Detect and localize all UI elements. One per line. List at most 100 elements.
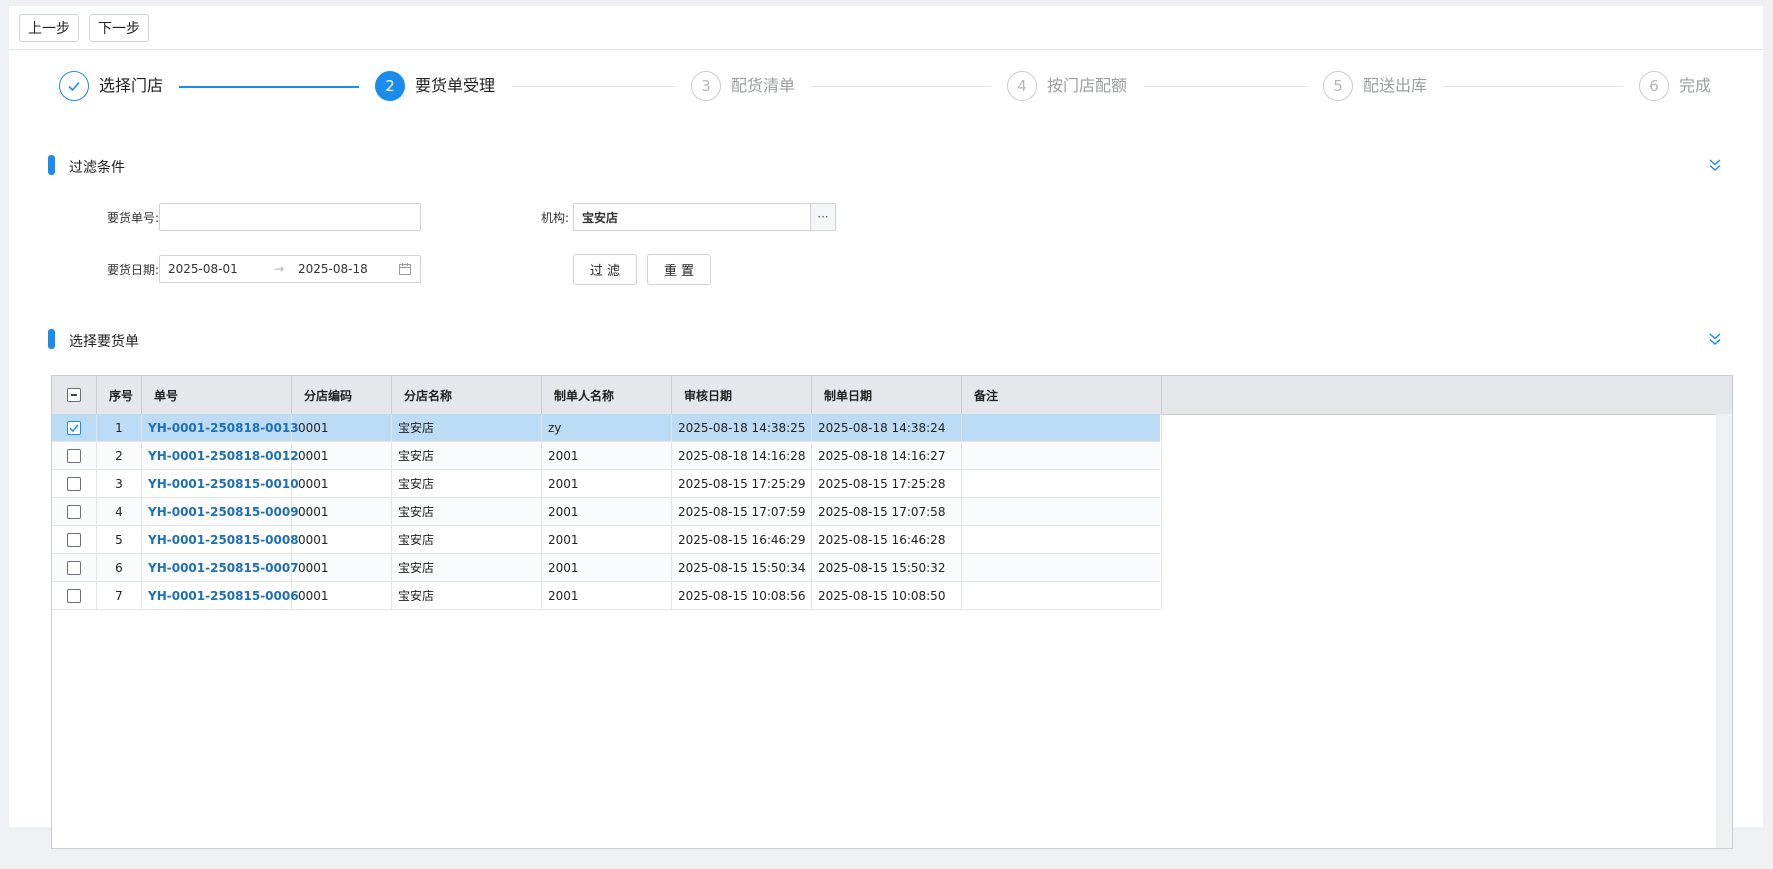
next-step-button[interactable]: 下一步	[89, 14, 149, 42]
cell-store-name: 宝安店	[392, 414, 542, 441]
cell-creator: 2001	[542, 470, 672, 497]
select-all-checkbox[interactable]	[67, 388, 81, 402]
double-chevron-down-icon[interactable]	[1707, 157, 1723, 173]
table-row[interactable]: 5 YH-0001-250815-0008 0001 宝安店 2001 2025-08-1…	[52, 526, 1162, 554]
cell-audit-date: 2025-08-18 14:16:28	[672, 442, 812, 469]
date-start[interactable]: 2025-08-01	[168, 262, 238, 276]
order-no-field[interactable]	[160, 204, 420, 230]
cell-create-date: 2025-08-15 17:25:28	[812, 470, 962, 497]
date-range-picker[interactable]: 2025-08-01 → 2025-08-18	[159, 255, 421, 283]
cell-creator: 2001	[542, 498, 672, 525]
double-chevron-down-icon[interactable]	[1707, 331, 1723, 347]
row-checkbox[interactable]	[67, 532, 81, 547]
row-checkbox[interactable]	[67, 420, 81, 435]
cell-order-no[interactable]: YH-0001-250815-0008	[142, 526, 299, 553]
cell-checkbox[interactable]	[52, 498, 97, 525]
column-header-store-code[interactable]: 分店编码	[292, 376, 392, 414]
org-value: 宝安店	[582, 210, 619, 225]
orders-section-marker	[48, 329, 55, 349]
step-6-label: 完成	[1679, 76, 1712, 95]
org-label: 机构:	[540, 211, 569, 225]
toolbar: 上一步 下一步	[9, 6, 1763, 50]
filter-button[interactable]: 过 滤	[573, 254, 637, 285]
org-picker-button[interactable]: ···	[810, 203, 836, 231]
table-row[interactable]: 2 YH-0001-250818-0012 0001 宝安店 2001 2025-08-1…	[52, 442, 1162, 470]
cell-create-date: 2025-08-15 17:07:58	[812, 498, 962, 525]
cell-order-no[interactable]: YH-0001-250815-0010	[142, 470, 299, 497]
order-no-input[interactable]	[159, 203, 421, 231]
cell-store-code: 0001	[292, 582, 392, 609]
cell-checkbox[interactable]	[52, 554, 97, 581]
org-input[interactable]: 宝安店	[573, 203, 811, 231]
date-end[interactable]: 2025-08-18	[298, 262, 368, 276]
column-header-no[interactable]: 单号	[142, 376, 292, 414]
orders-table: 序号 单号 分店编码 分店名称 制单人名称 审核日期 制单日期 备注 1 YH-0…	[51, 375, 1733, 849]
reset-button[interactable]: 重 置	[647, 254, 711, 285]
step-2-label: 要货单受理	[415, 76, 496, 95]
column-header-audit-date[interactable]: 审核日期	[672, 376, 812, 414]
cell-remark	[962, 526, 1162, 553]
cell-store-code: 0001	[292, 442, 392, 469]
column-header-store-name[interactable]: 分店名称	[392, 376, 542, 414]
row-checkbox[interactable]	[67, 476, 81, 491]
table-row[interactable]: 6 YH-0001-250815-0007 0001 宝安店 2001 2025-08-1…	[52, 554, 1162, 582]
column-header-remark[interactable]: 备注	[962, 376, 1162, 414]
row-checkbox[interactable]	[67, 560, 81, 575]
vertical-scrollbar[interactable]	[1716, 414, 1732, 848]
cell-order-no[interactable]: YH-0001-250815-0007	[142, 554, 299, 581]
filter-section-title: 过滤条件	[69, 160, 125, 176]
cell-checkbox[interactable]	[52, 442, 97, 469]
step-5-connector	[1443, 86, 1623, 87]
step-2-connector	[512, 86, 675, 87]
cell-checkbox[interactable]	[52, 526, 97, 553]
cell-store-name: 宝安店	[392, 554, 542, 581]
cell-creator: zy	[542, 414, 672, 441]
cell-order-no[interactable]: YH-0001-250815-0006	[142, 582, 299, 609]
row-checkbox[interactable]	[67, 504, 81, 519]
cell-create-date: 2025-08-15 15:50:32	[812, 554, 962, 581]
cell-create-date: 2025-08-15 16:46:28	[812, 526, 962, 553]
filter-section-marker	[48, 155, 55, 175]
cell-store-name: 宝安店	[392, 526, 542, 553]
cell-order-no[interactable]: YH-0001-250818-0012	[142, 442, 299, 469]
cell-audit-date: 2025-08-15 17:25:29	[672, 470, 812, 497]
cell-store-name: 宝安店	[392, 582, 542, 609]
cell-order-no[interactable]: YH-0001-250818-0013	[142, 414, 299, 441]
cell-checkbox[interactable]	[52, 582, 97, 609]
cell-checkbox[interactable]	[52, 414, 97, 441]
prev-step-button[interactable]: 上一步	[19, 14, 79, 42]
table-row[interactable]: 4 YH-0001-250815-0009 0001 宝安店 2001 2025-08-1…	[52, 498, 1162, 526]
step-3-connector	[811, 86, 991, 87]
row-checkbox[interactable]	[67, 588, 81, 603]
cell-remark	[962, 582, 1162, 609]
cell-store-code: 0001	[292, 526, 392, 553]
cell-remark	[962, 470, 1162, 497]
date-range-arrow: →	[274, 262, 285, 276]
check-icon	[68, 81, 80, 92]
cell-audit-date: 2025-08-15 17:07:59	[672, 498, 812, 525]
column-header-creator[interactable]: 制单人名称	[542, 376, 672, 414]
cell-creator: 2001	[542, 582, 672, 609]
row-checkbox[interactable]	[67, 448, 81, 463]
cell-order-no[interactable]: YH-0001-250815-0009	[142, 498, 299, 525]
cell-creator: 2001	[542, 526, 672, 553]
table-row[interactable]: 7 YH-0001-250815-0006 0001 宝安店 2001 2025-08-1…	[52, 582, 1162, 610]
column-header-seq[interactable]: 序号	[97, 376, 142, 414]
calendar-icon[interactable]	[398, 262, 412, 276]
step-6-circle: 6	[1639, 71, 1669, 101]
column-header-create-date[interactable]: 制单日期	[812, 376, 962, 414]
step-5-label: 配送出库	[1363, 76, 1428, 95]
cell-seq: 4	[97, 498, 142, 525]
step-4-connector	[1144, 86, 1307, 87]
select-all-header[interactable]	[52, 376, 97, 414]
cell-audit-date: 2025-08-15 10:08:56	[672, 582, 812, 609]
table-row[interactable]: 3 YH-0001-250815-0010 0001 宝安店 2001 2025-08-1…	[52, 470, 1162, 498]
table-row[interactable]: 1 YH-0001-250818-0013 0001 宝安店 zy 2025-08-18 …	[52, 414, 1162, 442]
cell-create-date: 2025-08-18 14:16:27	[812, 442, 962, 469]
cell-create-date: 2025-08-18 14:38:24	[812, 414, 962, 441]
date-label: 要货日期:	[106, 263, 159, 277]
cell-create-date: 2025-08-15 10:08:50	[812, 582, 962, 609]
step-1-connector	[179, 86, 359, 88]
cell-checkbox[interactable]	[52, 470, 97, 497]
cell-seq: 2	[97, 442, 142, 469]
